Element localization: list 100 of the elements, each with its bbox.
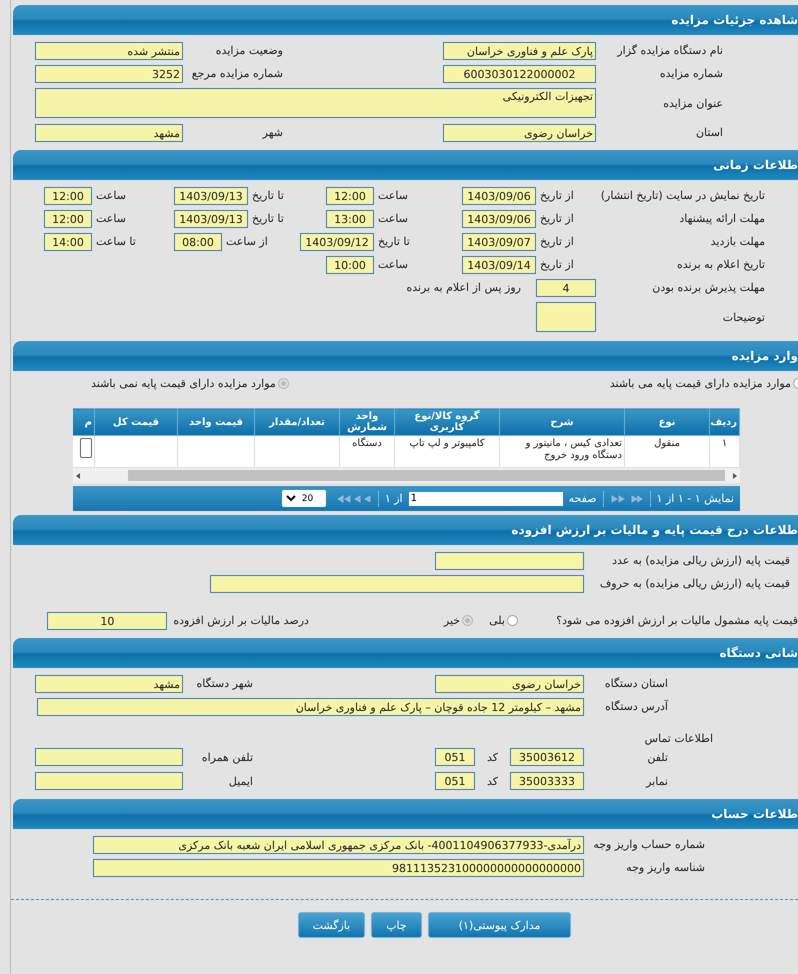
- chevron-down-icon: [286, 495, 296, 502]
- input-field[interactable]: مشهد: [35, 124, 183, 142]
- input-field[interactable]: خراسان رضوی: [443, 124, 596, 142]
- input-field[interactable]: [35, 748, 183, 766]
- input-field[interactable]: درآمدی-4001104906377933- بانک مرکزی جمهوری اسلامی ایران شعبه بانک مرکزی: [93, 836, 584, 854]
- field-label: مهلت بازدید: [710, 235, 765, 248]
- column-header: شرح: [500, 408, 624, 436]
- input-field[interactable]: تجهیزات الکترونیکی: [35, 88, 596, 118]
- column-header: قیمت واحد: [178, 408, 254, 436]
- input-field[interactable]: 1403/09/06: [462, 186, 536, 204]
- input-field[interactable]: 1403/09/06: [462, 210, 536, 228]
- scrollbar[interactable]: [73, 468, 740, 483]
- radio-button[interactable]: [278, 378, 289, 389]
- input-field[interactable]: 35003612: [510, 748, 584, 766]
- field-label: قیمت پایه (ارزش ریالی مزایده) به حروف: [598, 577, 790, 590]
- input-field[interactable]: 3252: [35, 64, 183, 82]
- radio-label: موارد مزایده دارای قیمت پایه می باشند: [610, 377, 791, 390]
- input-field[interactable]: 051: [435, 748, 475, 766]
- input-field[interactable]: 981113523100000000000000000: [93, 858, 584, 876]
- field-label: نمابر: [644, 774, 668, 788]
- nav-arrows-icon[interactable]: [610, 494, 644, 504]
- page-input[interactable]: 1: [408, 492, 563, 506]
- field-label: ساعت: [95, 212, 127, 225]
- input-field[interactable]: خراسان رضوی: [435, 674, 584, 692]
- field-label: ساعت: [377, 258, 409, 271]
- field-label: شناسه واریز وجه: [625, 861, 705, 874]
- field-label: تا تاریخ: [377, 235, 411, 248]
- field-label: آدرس دستگاه: [604, 700, 668, 713]
- section-header: شاهده جزئیات مزایده: [13, 5, 798, 35]
- input-field[interactable]: [35, 772, 183, 790]
- input-field[interactable]: 08:00: [174, 232, 222, 250]
- field-label: ساعت: [95, 189, 127, 202]
- field-label: استان دستگاه: [604, 677, 668, 690]
- page-label: صفحه: [568, 492, 597, 505]
- field-label: از تاریخ: [539, 212, 575, 225]
- column-header: م: [73, 408, 94, 436]
- column-header: تعداد/مقدار: [254, 408, 340, 436]
- radio-label: بلی: [489, 614, 505, 627]
- field-label: کد: [486, 750, 499, 764]
- field-label: از ساعت: [225, 235, 269, 248]
- input-field[interactable]: 14:00: [44, 232, 92, 250]
- field-label: ایمیل: [228, 774, 253, 788]
- nav-arrows-icon[interactable]: [338, 494, 372, 504]
- input-field[interactable]: [435, 552, 584, 570]
- field-label: شماره مزایده: [658, 67, 723, 80]
- input-field[interactable]: مشهد – کیلومتر 12 جاده قوچان – پارک علم و فناوری خراسان: [37, 698, 584, 716]
- field-label: از تاریخ: [539, 235, 575, 248]
- input-field[interactable]: 6003030122000002: [443, 64, 596, 82]
- section-header: طلاعات درج قیمت پایه و مالیات بر ارزش افزوده: [13, 515, 798, 545]
- input-field[interactable]: 1403/09/12: [300, 232, 374, 250]
- field-label: توضیحات: [722, 310, 765, 324]
- input-field[interactable]: 12:00: [326, 186, 374, 204]
- field-label: شماره حساب واریز وجه: [592, 838, 705, 851]
- input-field[interactable]: [210, 574, 584, 592]
- action-button[interactable]: بازگشت: [298, 912, 366, 938]
- column-header: قیمت کل: [94, 408, 178, 436]
- field-label: تلفن همراه: [200, 750, 253, 764]
- column-header: نوع: [624, 408, 710, 436]
- input-field[interactable]: 12:00: [44, 210, 92, 228]
- section-header: طلاعات حساب: [13, 799, 798, 829]
- section-header: شانی دستگاه: [13, 638, 798, 668]
- input-field[interactable]: 051: [435, 772, 475, 790]
- field-label: وضعیت مزایده: [214, 44, 283, 57]
- field-label: تاریخ اعلام به برنده: [676, 258, 765, 271]
- input-field[interactable]: 13:00: [326, 210, 374, 228]
- input-field[interactable]: 10:00: [326, 256, 374, 274]
- field-label: درصد مالیات بر ارزش افزوده: [172, 614, 309, 627]
- field-label: مهلت ارائه پیشنهاد: [678, 212, 765, 225]
- field-label: تا تاریخ: [251, 212, 285, 225]
- radio-label: موارد مزایده دارای قیمت پایه نمی باشند: [91, 377, 276, 390]
- input-field[interactable]: [536, 302, 596, 332]
- field-label: تاریخ نمایش در سایت (تاریخ انتشار): [600, 189, 765, 202]
- input-field[interactable]: 35003333: [510, 772, 584, 790]
- field-label: کد: [486, 774, 499, 788]
- field-label: قیمت پایه مشمول مالیات بر ارزش افزوده می شود؟: [555, 614, 798, 627]
- input-field[interactable]: مشهد: [35, 674, 183, 692]
- input-field[interactable]: 10: [47, 612, 168, 630]
- action-button[interactable]: مدارک پیوستی(۱): [428, 912, 572, 938]
- input-field[interactable]: 12:00: [44, 186, 92, 204]
- select-box[interactable]: [80, 438, 92, 458]
- section-header: طلاعات زمانی: [13, 150, 798, 180]
- input-field[interactable]: پارک علم و فناوری خراسان: [443, 42, 596, 60]
- input-field[interactable]: 1403/09/13: [174, 186, 248, 204]
- input-field[interactable]: 4: [536, 278, 596, 296]
- field-label: از تاریخ: [539, 189, 575, 202]
- section-header: وارد مزایده: [13, 341, 798, 371]
- input-field[interactable]: منتشر شده: [35, 42, 183, 60]
- field-label: تا تاریخ: [251, 189, 285, 202]
- radio-button[interactable]: [507, 615, 518, 626]
- field-label: قیمت پایه (ارزش ریالی مزایده) به عدد: [611, 554, 790, 567]
- input-field[interactable]: 1403/09/13: [174, 210, 248, 228]
- input-field[interactable]: 1403/09/07: [462, 232, 536, 250]
- record-count: نمایش ۱ - ۱ از ۱: [656, 492, 734, 505]
- field-label: شهر دستگاه: [196, 677, 253, 690]
- field-label: ساعت: [377, 212, 409, 225]
- action-button[interactable]: چاپ: [371, 912, 422, 938]
- input-field[interactable]: 1403/09/14: [462, 256, 536, 274]
- field-label: مهلت پذیرش برنده بودن: [651, 281, 765, 294]
- page-size-select[interactable]: 20: [282, 490, 326, 507]
- radio-button[interactable]: [462, 615, 474, 626]
